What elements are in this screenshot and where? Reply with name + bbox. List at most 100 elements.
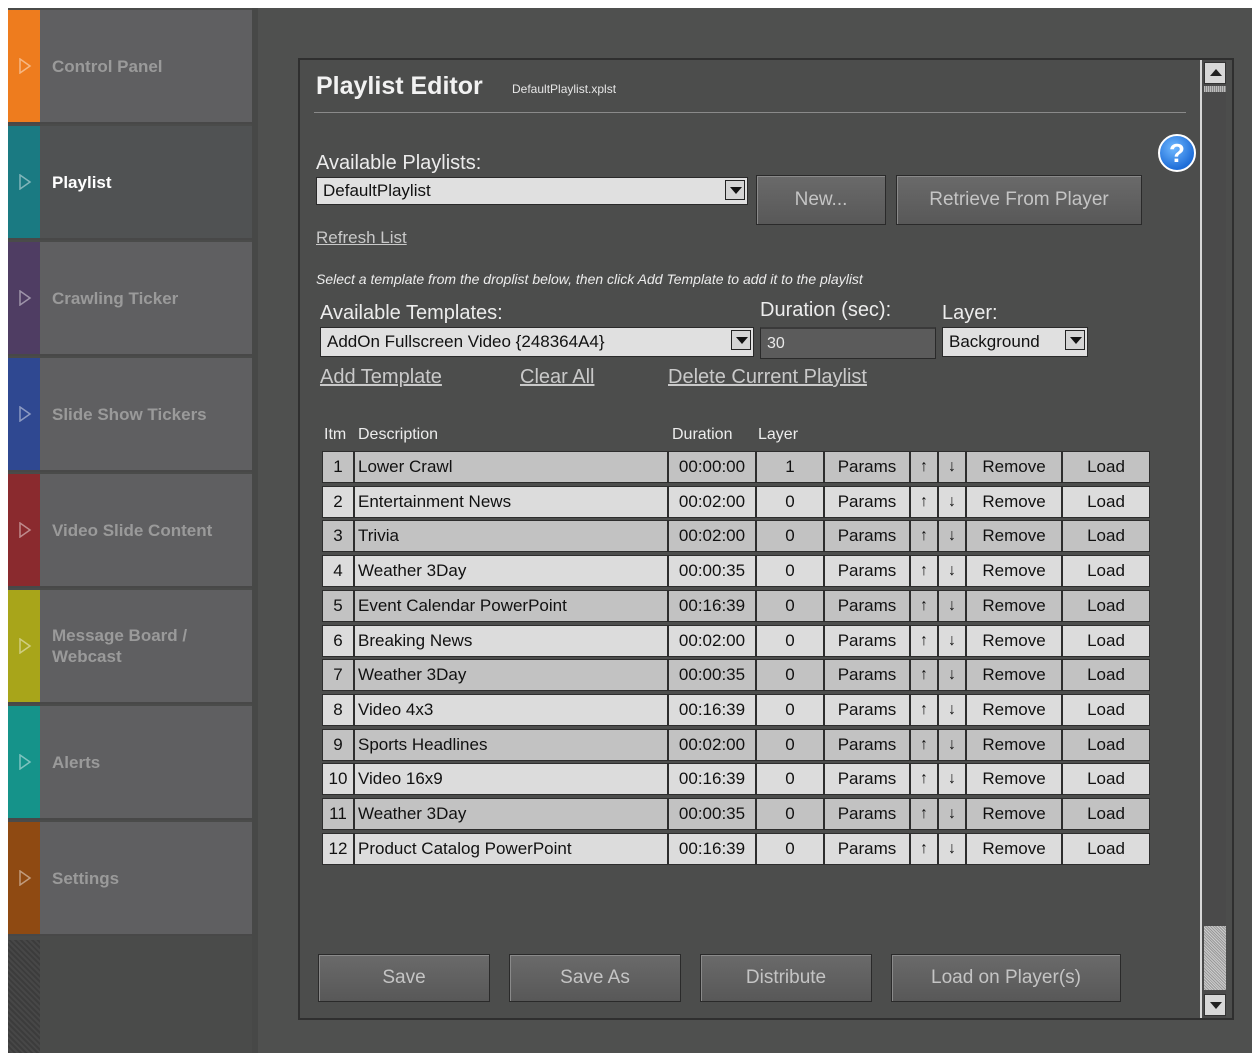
move-down-button[interactable]: ↓ xyxy=(938,520,966,552)
load-on-players-button[interactable]: Load on Player(s) xyxy=(891,954,1121,1002)
row-description: Breaking News xyxy=(354,625,668,657)
scrollbar-thumb[interactable] xyxy=(1204,926,1226,990)
load-button[interactable]: Load xyxy=(1062,694,1150,726)
move-down-button[interactable]: ↓ xyxy=(938,590,966,622)
remove-button[interactable]: Remove xyxy=(966,625,1062,657)
row-layer: 0 xyxy=(756,763,824,795)
move-down-button[interactable]: ↓ xyxy=(938,763,966,795)
clear-all-link[interactable]: Clear All xyxy=(520,366,594,389)
load-button[interactable]: Load xyxy=(1062,590,1150,622)
load-button[interactable]: Load xyxy=(1062,555,1150,587)
remove-button[interactable]: Remove xyxy=(966,520,1062,552)
remove-button[interactable]: Remove xyxy=(966,729,1062,761)
template-select-value: AddOn Fullscreen Video {248364A4} xyxy=(327,332,605,351)
move-down-button[interactable]: ↓ xyxy=(938,486,966,518)
template-select[interactable]: AddOn Fullscreen Video {248364A4} xyxy=(320,327,754,357)
load-button[interactable]: Load xyxy=(1062,763,1150,795)
remove-button[interactable]: Remove xyxy=(966,798,1062,830)
move-up-button[interactable]: ↑ xyxy=(910,833,938,865)
remove-button[interactable]: Remove xyxy=(966,555,1062,587)
load-button[interactable]: Load xyxy=(1062,451,1150,483)
move-up-button[interactable]: ↑ xyxy=(910,659,938,691)
move-down-button[interactable]: ↓ xyxy=(938,659,966,691)
params-button[interactable]: Params xyxy=(824,833,910,865)
refresh-list-link[interactable]: Refresh List xyxy=(316,228,407,248)
remove-button[interactable]: Remove xyxy=(966,763,1062,795)
params-button[interactable]: Params xyxy=(824,694,910,726)
move-down-button[interactable]: ↓ xyxy=(938,798,966,830)
move-up-button[interactable]: ↑ xyxy=(910,590,938,622)
move-up-button[interactable]: ↑ xyxy=(910,625,938,657)
retrieve-from-player-button[interactable]: Retrieve From Player xyxy=(896,175,1142,225)
vertical-scrollbar[interactable] xyxy=(1200,60,1226,1018)
scroll-up-button[interactable] xyxy=(1204,62,1226,84)
load-button[interactable]: Load xyxy=(1062,833,1150,865)
new-playlist-button[interactable]: New... xyxy=(756,175,886,225)
move-down-button[interactable]: ↓ xyxy=(938,625,966,657)
move-up-button[interactable]: ↑ xyxy=(910,555,938,587)
params-button[interactable]: Params xyxy=(824,798,910,830)
app-window: Control Panel Playlist Crawling Ticker Slid… xyxy=(8,8,1252,1053)
layer-select[interactable]: Background xyxy=(942,327,1088,357)
move-down-button[interactable]: ↓ xyxy=(938,555,966,587)
sidebar-item[interactable]: Message Board / Webcast xyxy=(8,590,252,704)
load-button[interactable]: Load xyxy=(1062,625,1150,657)
sidebar-item[interactable]: Slide Show Tickers xyxy=(8,358,252,472)
move-up-button[interactable]: ↑ xyxy=(910,798,938,830)
remove-button[interactable]: Remove xyxy=(966,590,1062,622)
move-up-button[interactable]: ↑ xyxy=(910,763,938,795)
sidebar-item[interactable]: Control Panel xyxy=(8,10,252,124)
remove-button[interactable]: Remove xyxy=(966,833,1062,865)
table-row: 10 Video 16x9 00:16:39 0 Params ↑ ↓ Remove Load xyxy=(322,763,1152,797)
save-as-button[interactable]: Save As xyxy=(509,954,681,1002)
chevron-down-icon[interactable] xyxy=(1065,330,1085,350)
row-duration: 00:02:00 xyxy=(668,625,756,657)
move-down-button[interactable]: ↓ xyxy=(938,694,966,726)
params-button[interactable]: Params xyxy=(824,555,910,587)
params-button[interactable]: Params xyxy=(824,520,910,552)
sidebar-item[interactable]: Video Slide Content xyxy=(8,474,252,588)
params-button[interactable]: Params xyxy=(824,590,910,622)
sidebar-item[interactable]: Playlist xyxy=(8,126,258,240)
params-button[interactable]: Params xyxy=(824,625,910,657)
sidebar-color-strip xyxy=(8,10,40,122)
move-down-button[interactable]: ↓ xyxy=(938,833,966,865)
load-button[interactable]: Load xyxy=(1062,729,1150,761)
move-up-button[interactable]: ↑ xyxy=(910,451,938,483)
playlist-select[interactable]: DefaultPlaylist xyxy=(316,177,748,205)
scroll-down-button[interactable] xyxy=(1204,994,1226,1016)
table-header: Itm Description Duration Layer xyxy=(322,426,1152,448)
duration-input[interactable]: 30 xyxy=(760,327,936,359)
save-button[interactable]: Save xyxy=(318,954,490,1002)
load-button[interactable]: Load xyxy=(1062,520,1150,552)
params-button[interactable]: Params xyxy=(824,486,910,518)
move-up-button[interactable]: ↑ xyxy=(910,486,938,518)
move-up-button[interactable]: ↑ xyxy=(910,694,938,726)
remove-button[interactable]: Remove xyxy=(966,486,1062,518)
sidebar-item[interactable]: Crawling Ticker xyxy=(8,242,252,356)
remove-button[interactable]: Remove xyxy=(966,694,1062,726)
sidebar-item[interactable]: Settings xyxy=(8,822,252,936)
remove-button[interactable]: Remove xyxy=(966,659,1062,691)
chevron-down-icon[interactable] xyxy=(725,180,745,200)
play-arrow-icon xyxy=(19,522,32,538)
distribute-button[interactable]: Distribute xyxy=(700,954,872,1002)
load-button[interactable]: Load xyxy=(1062,486,1150,518)
params-button[interactable]: Params xyxy=(824,659,910,691)
chevron-down-icon[interactable] xyxy=(731,330,751,350)
move-down-button[interactable]: ↓ xyxy=(938,451,966,483)
move-up-button[interactable]: ↑ xyxy=(910,729,938,761)
help-icon[interactable]: ? xyxy=(1158,134,1196,172)
delete-current-playlist-link[interactable]: Delete Current Playlist xyxy=(668,366,867,389)
move-up-button[interactable]: ↑ xyxy=(910,520,938,552)
add-template-link[interactable]: Add Template xyxy=(320,366,442,389)
header-layer: Layer xyxy=(758,426,799,443)
params-button[interactable]: Params xyxy=(824,729,910,761)
move-down-button[interactable]: ↓ xyxy=(938,729,966,761)
load-button[interactable]: Load xyxy=(1062,659,1150,691)
params-button[interactable]: Params xyxy=(824,763,910,795)
sidebar-item[interactable]: Alerts xyxy=(8,706,252,820)
params-button[interactable]: Params xyxy=(824,451,910,483)
load-button[interactable]: Load xyxy=(1062,798,1150,830)
remove-button[interactable]: Remove xyxy=(966,451,1062,483)
